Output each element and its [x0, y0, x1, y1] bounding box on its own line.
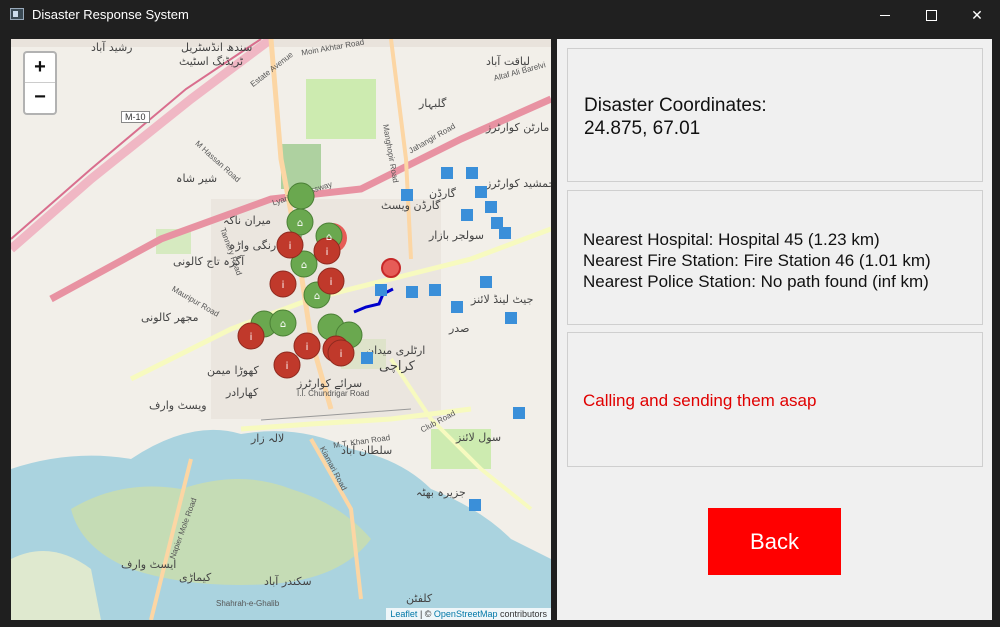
disaster-location-circle: [381, 258, 401, 278]
zoom-out-button[interactable]: −: [25, 83, 55, 112]
status-message: Calling and sending them asap: [583, 391, 817, 410]
svg-text:i: i: [330, 277, 333, 288]
attribution-sep: | ©: [417, 609, 434, 619]
attribution-contributors: contributors: [497, 609, 547, 619]
svg-text:⌂: ⌂: [326, 232, 332, 243]
svg-text:i: i: [282, 280, 285, 291]
app-icon: [10, 8, 24, 20]
nearest-services-box: Nearest Hospital: Hospital 45 (1.23 km) …: [567, 190, 983, 325]
svg-text:⌂: ⌂: [280, 319, 286, 330]
nearest-hospital: Nearest Hospital: Hospital 45 (1.23 km): [583, 230, 880, 249]
window-title: Disaster Response System: [32, 7, 189, 22]
svg-text:i: i: [250, 332, 253, 343]
maximize-icon: [925, 9, 937, 21]
svg-text:i: i: [340, 349, 343, 360]
status-box: Calling and sending them asap: [567, 332, 983, 467]
police-station-markers: [361, 167, 525, 511]
zoom-in-button[interactable]: +: [25, 53, 55, 83]
leaflet-link[interactable]: Leaflet: [390, 609, 417, 619]
nearest-fire-station: Nearest Fire Station: Fire Station 46 (1…: [583, 251, 931, 270]
close-button[interactable]: ✕: [954, 0, 1000, 30]
title-bar: Disaster Response System ✕: [0, 0, 1000, 30]
svg-text:i: i: [306, 342, 309, 353]
minimize-button[interactable]: [862, 0, 908, 30]
map-attribution: Leaflet | © OpenStreetMap contributors: [386, 608, 551, 620]
minimize-icon: [880, 14, 890, 16]
coords-value: 24.875, 67.01: [584, 118, 701, 139]
svg-text:⌂: ⌂: [297, 218, 303, 229]
map-markers: ⌂ ⌂ ⌂ ⌂ ⌂ i i i i i i i i: [237, 167, 525, 511]
svg-text:⌂: ⌂: [314, 291, 320, 302]
svg-text:⌂: ⌂: [301, 260, 307, 271]
coords-heading: Disaster Coordinates:: [584, 95, 767, 116]
close-icon: ✕: [971, 6, 983, 23]
hospital-markers: [237, 231, 355, 379]
back-button[interactable]: Back: [708, 508, 841, 575]
maximize-button[interactable]: [908, 0, 954, 30]
nearest-police-station: Nearest Police Station: No path found (i…: [583, 272, 929, 291]
svg-text:i: i: [326, 247, 329, 258]
map-view[interactable]: M-10 رشید آباد سندھ انڈسٹریل ٹریڈنگ اسٹی…: [11, 39, 551, 620]
svg-text:i: i: [286, 361, 289, 372]
zoom-control: + −: [23, 51, 57, 115]
coordinates-box: Disaster Coordinates: 24.875, 67.01: [567, 48, 983, 182]
osm-link[interactable]: OpenStreetMap: [434, 609, 498, 619]
svg-text:i: i: [289, 241, 292, 252]
